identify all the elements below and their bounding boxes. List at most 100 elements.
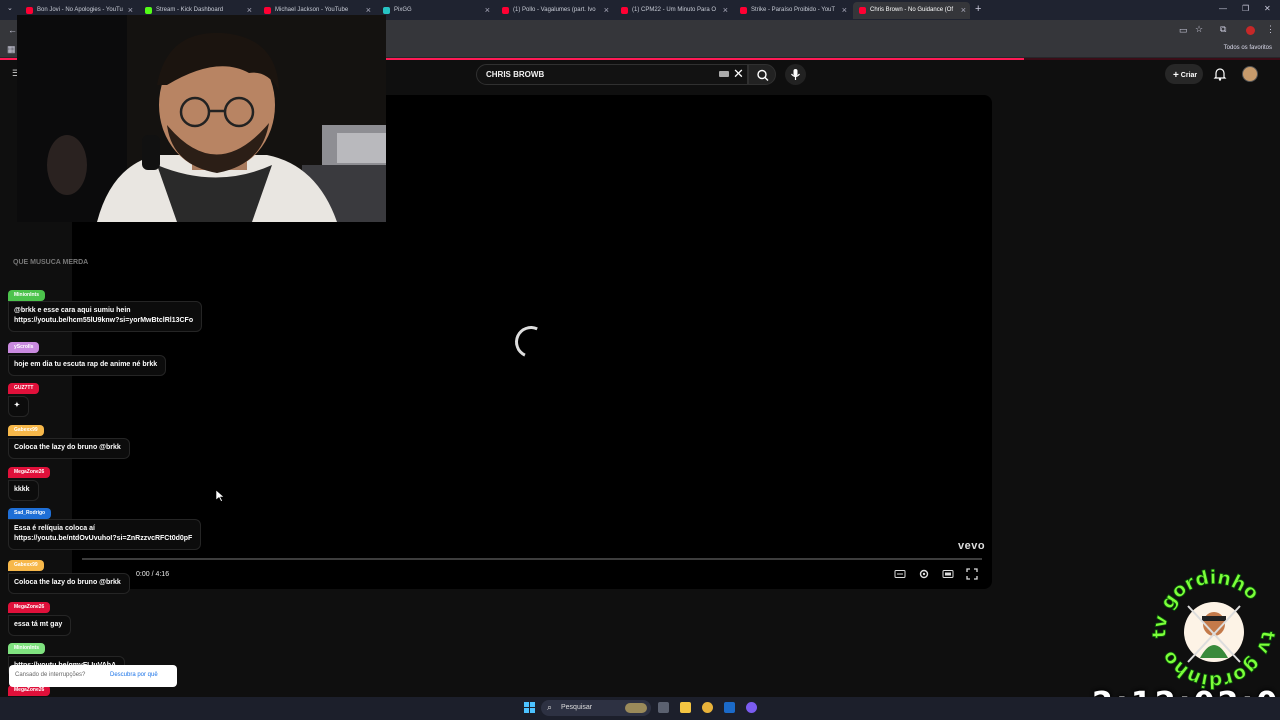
tab-favicon-icon bbox=[502, 7, 509, 14]
tab-close-icon[interactable]: × bbox=[128, 5, 133, 15]
task-view-icon[interactable] bbox=[658, 702, 669, 713]
back-icon[interactable]: ← bbox=[8, 25, 17, 35]
fullscreen-icon[interactable] bbox=[966, 568, 978, 580]
chat-message: MinionInts @brkk e esse cara aqui sumiu h… bbox=[8, 283, 203, 332]
tab-close-icon[interactable]: × bbox=[961, 5, 966, 15]
theater-mode-icon[interactable] bbox=[942, 568, 954, 580]
tab-label: (1) CPM22 - Um Minuto Para O bbox=[632, 7, 717, 13]
steam-icon[interactable] bbox=[724, 702, 735, 713]
chat-message-text: hoje em dia tu escuta rap de anime né br… bbox=[8, 355, 167, 376]
search-input[interactable]: CHRIS BROWB bbox=[476, 64, 748, 85]
interrupt-text: Cansado de interrupções? bbox=[15, 672, 86, 678]
browser-tab[interactable]: Strike - Paraíso Proibido - YouT × bbox=[734, 2, 851, 19]
clear-search-icon[interactable]: ✕ bbox=[733, 66, 744, 82]
chat-message-text: Coloca the lazy do bruno @brkk bbox=[8, 438, 130, 459]
tab-label: PixGG bbox=[394, 7, 412, 13]
tab-favicon-icon bbox=[621, 7, 628, 14]
extensions-icon[interactable]: ⧉ bbox=[1220, 24, 1226, 35]
chat-message-text: ✦ bbox=[8, 396, 29, 417]
browser-tab[interactable]: Chris Brown - No Guidance (Of × bbox=[853, 2, 970, 19]
create-label: Criar bbox=[1180, 72, 1198, 79]
video-progress-bar[interactable] bbox=[82, 558, 982, 560]
menu-dots-icon[interactable]: ⋮ bbox=[1266, 24, 1275, 35]
voice-search-button[interactable] bbox=[785, 64, 806, 85]
chat-message: GUZ7TT ✦ bbox=[8, 376, 40, 417]
webcam-overlay bbox=[17, 15, 386, 222]
restore-icon[interactable]: ❐ bbox=[1242, 4, 1249, 13]
screen: ⌄ + — ❐ ✕ Bon Jovi - No Apologies - YouT… bbox=[0, 0, 1280, 720]
browser-tab[interactable]: (1) Pollo - Vagalumes (part. Ivo × bbox=[496, 2, 613, 19]
tab-close-icon[interactable]: × bbox=[723, 5, 728, 15]
cast-icon[interactable]: ▭ bbox=[1179, 25, 1188, 36]
chat-username-badge: Gabexx99 bbox=[8, 425, 44, 436]
taskbar-search[interactable]: ⌕ Pesquisar bbox=[541, 700, 651, 716]
settings-gear-icon[interactable] bbox=[918, 568, 930, 580]
tab-favicon-icon bbox=[383, 7, 390, 14]
browser-tab[interactable]: PixGG × bbox=[377, 2, 494, 19]
close-window-icon[interactable]: ✕ bbox=[1264, 4, 1271, 13]
notifications-bell-icon[interactable] bbox=[1212, 66, 1228, 82]
chrome-icon[interactable] bbox=[702, 702, 713, 713]
tv-gordinho-logo: tv gordinho tv gordinho bbox=[1150, 566, 1278, 692]
chat-message: Gabexx99 Coloca the lazy do bruno @brkk bbox=[8, 553, 130, 594]
tab-label: Bon Jovi - No Apologies - YouTu bbox=[37, 7, 123, 13]
learn-why-link[interactable]: Descubra por quê bbox=[110, 672, 158, 678]
mouse-cursor-icon bbox=[216, 490, 225, 502]
chat-username-badge: Sad_Rodrigo bbox=[8, 508, 52, 519]
search-icon bbox=[757, 69, 769, 81]
vevo-watermark: vevo bbox=[958, 540, 986, 552]
file-explorer-icon[interactable] bbox=[680, 702, 691, 713]
search-highlight-icon bbox=[625, 703, 647, 713]
create-button[interactable]: + Criar bbox=[1165, 64, 1203, 84]
taskbar-search-icon: ⌕ bbox=[547, 702, 553, 712]
tab-label: Chris Brown - No Guidance (Of bbox=[870, 7, 954, 13]
tab-favicon-icon bbox=[859, 7, 866, 14]
tab-close-icon[interactable]: × bbox=[842, 5, 847, 15]
tab-favicon-icon bbox=[740, 7, 747, 14]
minimize-icon[interactable]: — bbox=[1219, 4, 1227, 13]
account-avatar[interactable] bbox=[1242, 66, 1258, 82]
tab-favicon-icon bbox=[264, 7, 271, 14]
plus-icon: + bbox=[1173, 70, 1179, 81]
search-button[interactable] bbox=[748, 64, 776, 85]
tab-label: (1) Pollo - Vagalumes (part. Ivo bbox=[513, 7, 596, 13]
chat-message-text: Coloca the lazy do bruno @brkk bbox=[8, 573, 130, 594]
discord-icon[interactable] bbox=[746, 702, 757, 713]
tab-close-icon[interactable]: × bbox=[604, 5, 609, 15]
apps-icon[interactable]: ▦ bbox=[7, 44, 16, 55]
chat-message-text: @brkk e esse cara aqui sumiu hein https:… bbox=[8, 301, 203, 332]
tab-search-icon[interactable]: ⌄ bbox=[7, 4, 13, 12]
tab-favicon-icon bbox=[145, 7, 152, 14]
browser-tab[interactable]: (1) CPM22 - Um Minuto Para O × bbox=[615, 2, 732, 19]
chat-username-badge: GUZ7TT bbox=[8, 383, 40, 394]
chat-username-badge: yScrolls bbox=[8, 342, 40, 353]
chat-username-badge: MinionInts bbox=[8, 643, 45, 654]
loading-spinner-icon bbox=[510, 321, 552, 363]
ad-interruptions-banner: Cansado de interrupções? Descubra por qu… bbox=[9, 665, 177, 687]
tab-label: Strike - Paraíso Proibido - YouT bbox=[751, 7, 836, 13]
chat-message: MegaZone26 essa tá mt gay bbox=[8, 595, 72, 636]
tab-close-icon[interactable]: × bbox=[485, 5, 490, 15]
tab-label: Michael Jackson - YouTube bbox=[275, 7, 349, 13]
tab-favicon-icon bbox=[26, 7, 33, 14]
all-bookmarks-link[interactable]: Todos os favoritos bbox=[1224, 45, 1272, 51]
chat-username-badge: MegaZone26 bbox=[8, 467, 51, 478]
bookmark-star-icon[interactable]: ☆ bbox=[1195, 24, 1203, 35]
chat-username-badge: MinionInts bbox=[8, 290, 45, 301]
streamer-webcam-image bbox=[17, 15, 386, 222]
subtitles-icon[interactable] bbox=[894, 568, 906, 580]
profile-icon[interactable] bbox=[1246, 26, 1255, 35]
taskbar-search-label: Pesquisar bbox=[561, 704, 593, 711]
video-time: 0:00 / 4:16 bbox=[136, 571, 170, 578]
chat-message: Sad_Rodrigo Essa é relíquia coloca aí htt… bbox=[8, 501, 202, 550]
chat-message: MegaZone26 kkkk bbox=[8, 460, 51, 501]
keyboard-icon[interactable] bbox=[719, 71, 729, 77]
chat-message-text: essa tá mt gay bbox=[8, 615, 72, 636]
tab-close-icon[interactable]: × bbox=[247, 5, 252, 15]
tab-close-icon[interactable]: × bbox=[366, 5, 371, 15]
chat-username-badge: Gabexx99 bbox=[8, 560, 44, 571]
chat-message-text: Essa é relíquia coloca aí https://youtu.… bbox=[8, 519, 202, 550]
windows-start-icon[interactable] bbox=[524, 702, 535, 713]
tab-label: Stream - Kick Dashboard bbox=[156, 7, 224, 13]
new-tab-button[interactable]: + bbox=[975, 3, 981, 15]
